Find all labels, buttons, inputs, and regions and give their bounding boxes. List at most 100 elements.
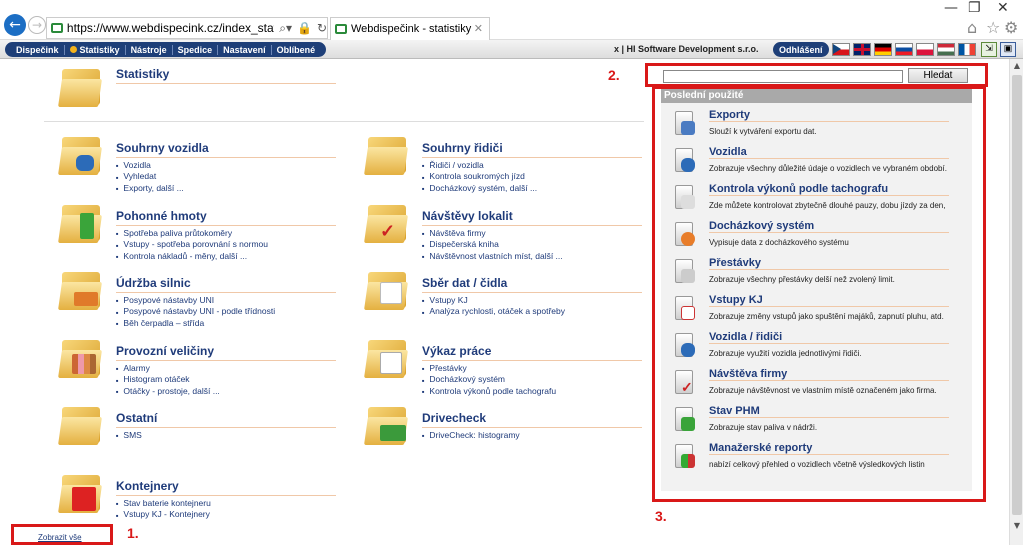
category-link[interactable]: Analýza rychlosti, otáček a spotřeby [422,306,565,317]
category-links: Spotřeba paliva průtokoměry Vstupy - spo… [116,228,268,262]
category-link[interactable]: Dispečerská kniha [422,239,563,250]
menu-item-nastaveni[interactable]: Nastavení [218,44,272,55]
vertical-scrollbar[interactable]: ▲ ▼ [1009,59,1023,545]
back-button[interactable]: ← [4,14,26,36]
search-icon[interactable]: ⌕▾ [279,21,292,36]
category-title[interactable]: Kontejnery [116,479,336,496]
tab-close-icon[interactable]: ✕ [474,22,483,35]
category-link[interactable]: Řidiči / vozidla [422,160,537,171]
scroll-up-icon[interactable]: ▲ [1011,61,1023,73]
tab-favicon-icon [335,24,347,34]
category-title[interactable]: Údržba silnic [116,276,336,293]
category-link[interactable]: Spotřeba paliva průtokoměry [116,228,268,239]
category-link[interactable]: Kontrola výkonů podle tachografu [422,386,556,397]
menu-item-oblibene[interactable]: Oblíbené [272,45,321,55]
category-links: DriveCheck: histogramy [422,430,519,441]
minimize-icon[interactable]: — [944,0,958,16]
category-title[interactable]: Souhrny vozidla [116,141,336,158]
chart-folder-icon [364,268,410,312]
forward-button[interactable]: → [28,16,46,34]
category-link[interactable]: SMS [116,430,141,441]
vehicle-folder-icon [58,133,104,177]
category-title[interactable]: Provozní veličiny [116,344,336,361]
favorites-star-icon[interactable]: ☆ [986,18,1000,37]
category-link[interactable]: DriveCheck: histogramy [422,430,519,441]
category-link[interactable]: Návštěva firmy [422,228,563,239]
category-link[interactable]: Histogram otáček [116,374,220,385]
scroll-down-icon[interactable]: ▼ [1011,521,1023,533]
category-title[interactable]: Pohonné hmoty [116,209,336,226]
category-link[interactable]: Kontrola soukromých jízd [422,171,537,182]
site-favicon-icon [51,23,63,33]
arrow-right-icon: → [31,18,43,32]
url-text[interactable]: https://www.webdispecink.cz/index_stat.p… [67,21,274,35]
category-title[interactable]: Návštěvy lokalit [422,209,642,226]
flag-sk-icon[interactable] [895,43,913,56]
restore-icon[interactable]: ❐ [968,0,981,16]
category-link[interactable]: Otáčky - prostoje, další ... [116,386,219,397]
grid-folder-icon [364,336,410,380]
category-link[interactable]: Vozidla [116,160,184,171]
category-title[interactable]: Sběr dat / čidla [422,276,642,293]
annotation-box-2 [645,63,988,87]
flag-de-icon[interactable] [874,43,892,56]
container-folder-icon [58,471,104,515]
refresh-icon[interactable]: ↻ [317,21,327,35]
category-title[interactable]: Drivecheck [422,411,642,428]
lock-icon[interactable]: 🔒 [297,21,312,35]
category-link[interactable]: Exporty, další ... [116,183,183,194]
settings-gear-icon[interactable]: ⚙ [1004,18,1018,37]
annotation-box-3 [652,86,986,502]
active-dot-icon [69,46,77,53]
user-panel-icon[interactable]: ▣ [1000,42,1016,57]
category-link[interactable]: Alarmy [116,363,220,374]
category-link[interactable]: Vstupy KJ [422,295,565,306]
browser-tab[interactable]: Webdispečink - statistiky ✕ [330,17,490,40]
truck-folder-icon [364,403,410,447]
annotation-label-2: 2. [608,67,620,83]
export-icon[interactable]: ⇲ [981,42,997,57]
home-icon[interactable]: ⌂ [967,18,977,37]
category-title[interactable]: Souhrny řidiči [422,141,642,158]
category-link[interactable]: Vstupy KJ - Kontejnery [116,509,211,520]
category-link[interactable]: Kontrola nákladů - měny, další ... [116,251,268,262]
company-name: x | HI Software Development s.r.o. [614,44,759,54]
category-link[interactable]: Stav baterie kontejneru [116,498,210,509]
flag-fr-icon[interactable] [958,43,976,56]
divider [44,121,644,122]
category-links: Posypové nástavby UNI Posypové nástavby … [116,295,275,329]
category-link[interactable]: Vyhledat [116,171,184,182]
category-links: Vozidla Vyhledat Exporty, další ... [116,160,184,194]
menu-item-nastroje[interactable]: Nástroje [126,44,173,55]
category-link[interactable]: Posypové nástavby UNI - podle třídnosti [116,306,275,317]
category-link[interactable]: Posypové nástavby UNI [116,295,275,306]
menu-item-statistiky[interactable]: Statistiky [65,44,126,55]
flag-gb-icon[interactable] [853,43,871,56]
category-title[interactable]: Ostatní [116,411,336,428]
menu-item-dispecink[interactable]: Dispečink [11,44,65,55]
page-title: Statistiky [116,67,336,84]
category-link[interactable]: Návštěvnost vlastních míst, další ... [422,251,562,262]
fuel-folder-icon [58,201,104,245]
annotation-box-1 [11,524,113,545]
flag-hu-icon[interactable] [937,43,955,56]
flag-pl-icon[interactable] [916,43,934,56]
logout-button[interactable]: Odhlášení [773,42,829,57]
category-link[interactable]: Docházkový systém [422,374,556,385]
menu-item-statistiky-label: Statistiky [79,44,120,55]
category-link[interactable]: Běh čerpadla – střída [116,318,275,329]
menu-item-spedice[interactable]: Spedice [173,44,219,55]
address-bar[interactable]: https://www.webdispecink.cz/index_stat.p… [46,17,328,39]
category-link[interactable]: Vstupy - spotřeba porovnání s normou [116,239,268,250]
category-links: Přestávky Docházkový systém Kontrola výk… [422,363,556,397]
flag-cz-icon[interactable] [832,43,850,56]
scrollbar-thumb[interactable] [1012,75,1022,515]
category-link[interactable]: Přestávky [422,363,556,374]
category-links: Řidiči / vozidla Kontrola soukromých jíz… [422,160,537,194]
category-links: SMS [116,430,141,441]
bar-chart-folder-icon [58,336,104,380]
category-link[interactable]: Docházkový systém, další ... [422,183,537,194]
close-window-icon[interactable]: ✕ [997,0,1009,16]
checkmark-folder-icon: ✓ [364,201,410,245]
category-title[interactable]: Výkaz práce [422,344,642,361]
